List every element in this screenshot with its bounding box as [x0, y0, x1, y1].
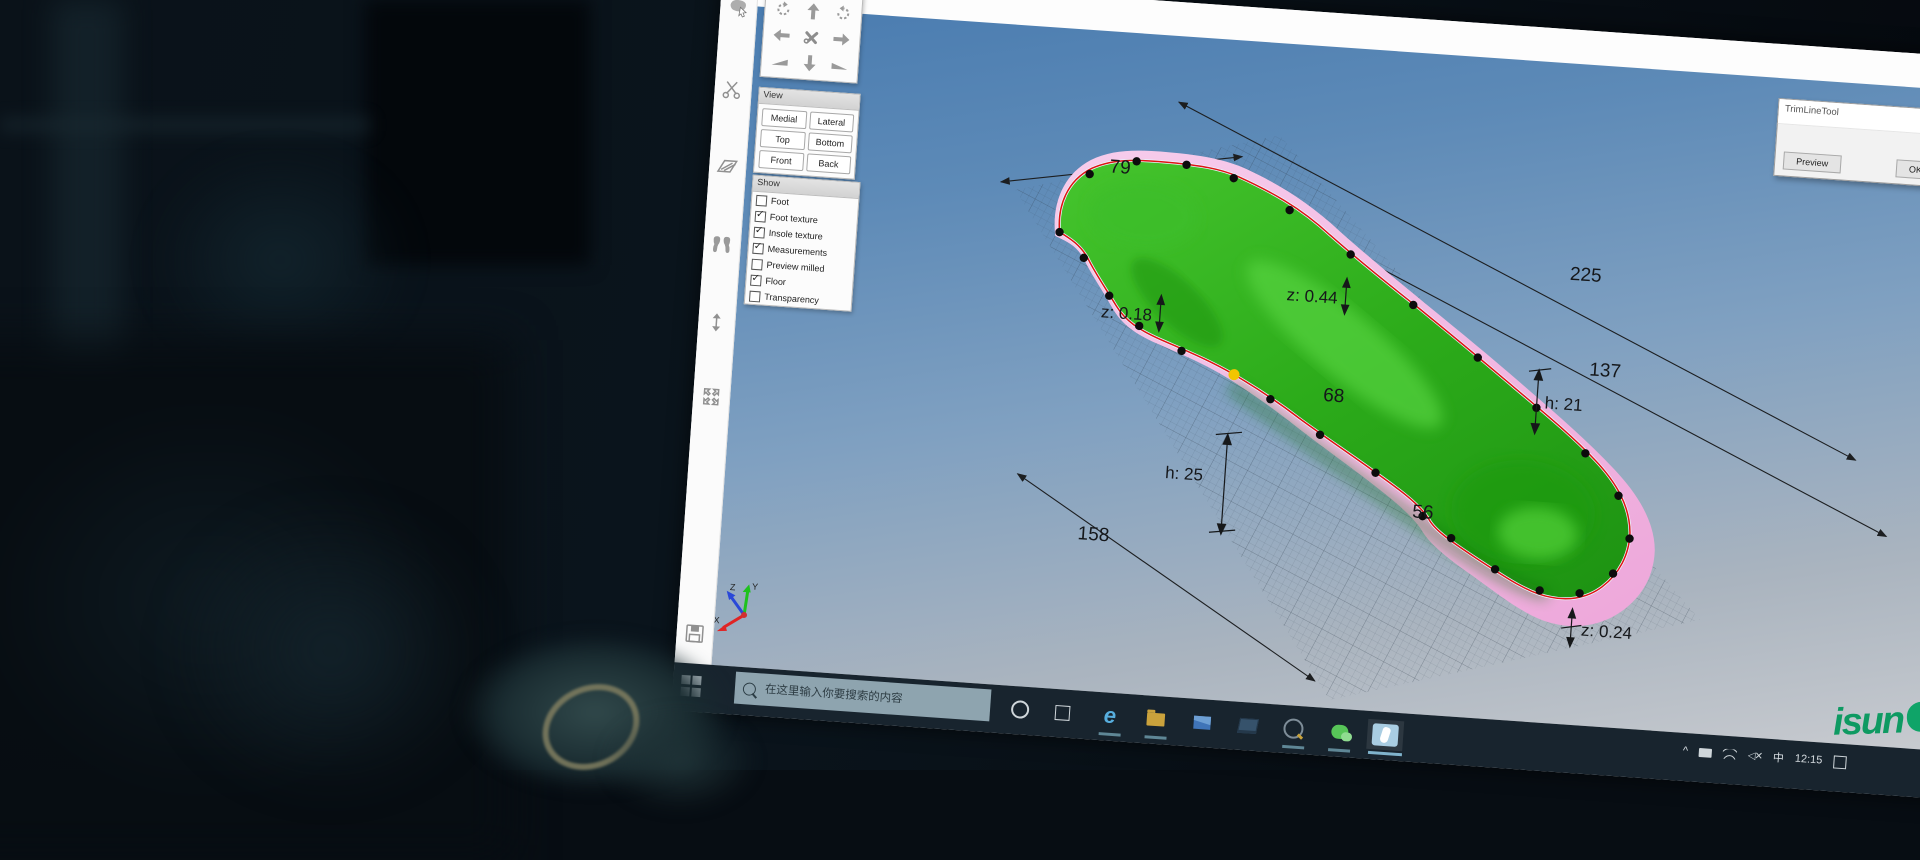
checkbox-label: Floor	[765, 276, 786, 287]
insole-app-icon[interactable]	[1366, 719, 1404, 751]
edge-browser-icon[interactable]: e	[1091, 700, 1129, 732]
label-arch-length: 68	[1322, 385, 1345, 407]
scissors-trim-tool[interactable]	[720, 76, 746, 102]
insole-scene[interactable]: 79 225 137 158 68 56 z: 0.44 z: 0.18 z: …	[711, 6, 1920, 760]
view-panel: View Medial Lateral Top Bottom Front Bac…	[753, 87, 861, 180]
checkbox-icon[interactable]	[752, 242, 764, 254]
label-length-total: 225	[1569, 264, 1602, 287]
svg-text:Y: Y	[752, 582, 759, 592]
tilt-right-icon[interactable]	[824, 51, 856, 79]
view-front-button[interactable]: Front	[758, 150, 804, 171]
running-indicator	[1282, 745, 1304, 749]
browser-q-icon[interactable]	[1274, 712, 1312, 744]
tray-chevron-icon[interactable]: ^	[1682, 745, 1688, 757]
label-toe-width: 79	[1109, 156, 1132, 178]
axis-indicator: X Y Z	[713, 579, 759, 634]
pan-down-icon[interactable]	[794, 49, 826, 77]
label-h-lateral: h: 21	[1544, 393, 1583, 415]
mail-icon[interactable]	[1183, 706, 1221, 738]
surface-plane-tool[interactable]	[714, 154, 740, 180]
label-z-front: z: 0.18	[1100, 302, 1152, 325]
wifi-icon[interactable]	[1723, 749, 1738, 760]
checkbox-icon[interactable]	[750, 274, 762, 286]
rotate-ccw-icon[interactable]	[768, 0, 800, 23]
isun-logo-text: isun	[1832, 699, 1904, 744]
checkbox-label: Preview milled	[766, 260, 825, 274]
search-icon	[743, 682, 757, 696]
expand-scale-tool[interactable]	[698, 383, 724, 409]
pan-right-icon[interactable]	[826, 25, 858, 53]
running-indicator	[1144, 735, 1166, 739]
3d-viewport[interactable]: 79 225 137 158 68 56 z: 0.44 z: 0.18 z: …	[711, 6, 1920, 760]
isun-logo-glyph-icon	[1906, 701, 1920, 732]
checkbox-icon[interactable]	[751, 258, 763, 270]
checkbox-label: Measurements	[767, 244, 827, 258]
finger-shadow	[590, 700, 770, 820]
search-input[interactable]	[762, 683, 976, 712]
preview-button[interactable]: Preview	[1783, 151, 1842, 173]
show-panel: Show Foot Foot texture Insole texture Me…	[744, 175, 861, 312]
checkbox-label: Insole texture	[768, 228, 823, 242]
checkbox-icon[interactable]	[756, 194, 768, 206]
insole-pair-tool[interactable]	[709, 232, 735, 258]
task-view-icon[interactable]	[1043, 696, 1081, 728]
taskbar-clock[interactable]: 12:15	[1794, 753, 1822, 766]
vertical-move-tool[interactable]	[704, 310, 730, 336]
background-glow	[150, 150, 410, 370]
running-indicator	[1099, 732, 1121, 736]
label-length-heel: 158	[1077, 523, 1110, 546]
monitor-screen: 79 225 137 158 68 56 z: 0.44 z: 0.18 z: …	[671, 0, 1920, 808]
volume-muted-icon[interactable]: ◁✕	[1747, 750, 1762, 762]
rotate-cw-icon[interactable]	[827, 0, 859, 28]
ime-indicator[interactable]: 中	[1772, 749, 1784, 766]
active-indicator	[1368, 751, 1402, 756]
select-region-tool[interactable]	[726, 0, 752, 20]
checkbox-label: Transparency	[764, 292, 819, 306]
pc-settings-icon[interactable]	[1229, 709, 1267, 741]
settings-tools-icon[interactable]	[796, 23, 828, 51]
view-lateral-button[interactable]: Lateral	[809, 111, 855, 132]
file-explorer-icon[interactable]	[1137, 703, 1175, 735]
label-heel-width: 56	[1412, 501, 1435, 523]
view-top-button[interactable]: Top	[760, 129, 806, 150]
action-center-icon[interactable]	[1833, 755, 1847, 769]
ok-button[interactable]: OK	[1895, 159, 1920, 180]
tilt-left-icon[interactable]	[764, 47, 796, 75]
background-shelf	[0, 118, 370, 132]
label-length-mid: 137	[1589, 359, 1622, 382]
label-h-medial: h: 25	[1165, 463, 1204, 485]
checkbox-icon[interactable]	[749, 290, 761, 302]
checkbox-icon[interactable]	[755, 210, 767, 222]
view-back-button[interactable]: Back	[806, 153, 852, 174]
cortana-icon[interactable]	[1001, 693, 1039, 725]
label-z-heel: z: 0.24	[1580, 620, 1632, 643]
svg-text:Z: Z	[730, 582, 737, 592]
isun-logo: isun	[1832, 698, 1920, 745]
pan-up-icon[interactable]	[797, 0, 829, 25]
pan-left-icon[interactable]	[766, 21, 798, 49]
label-z-mid: z: 0.44	[1286, 285, 1338, 308]
navigation-pad-panel	[760, 0, 865, 84]
checkbox-icon[interactable]	[753, 226, 765, 238]
wechat-icon[interactable]	[1320, 716, 1358, 748]
checkbox-label: Foot	[771, 196, 790, 207]
running-indicator	[1328, 748, 1350, 752]
system-tray: ^ ◁✕ 中 12:15	[1682, 743, 1846, 770]
trimlinetool-dialog: TrimLineTool Preview OK	[1773, 98, 1920, 188]
view-medial-button[interactable]: Medial	[761, 108, 807, 129]
tray-app-icon[interactable]	[1699, 747, 1713, 757]
view-bottom-button[interactable]: Bottom	[807, 132, 853, 153]
checkbox-label: Foot texture	[770, 212, 819, 225]
